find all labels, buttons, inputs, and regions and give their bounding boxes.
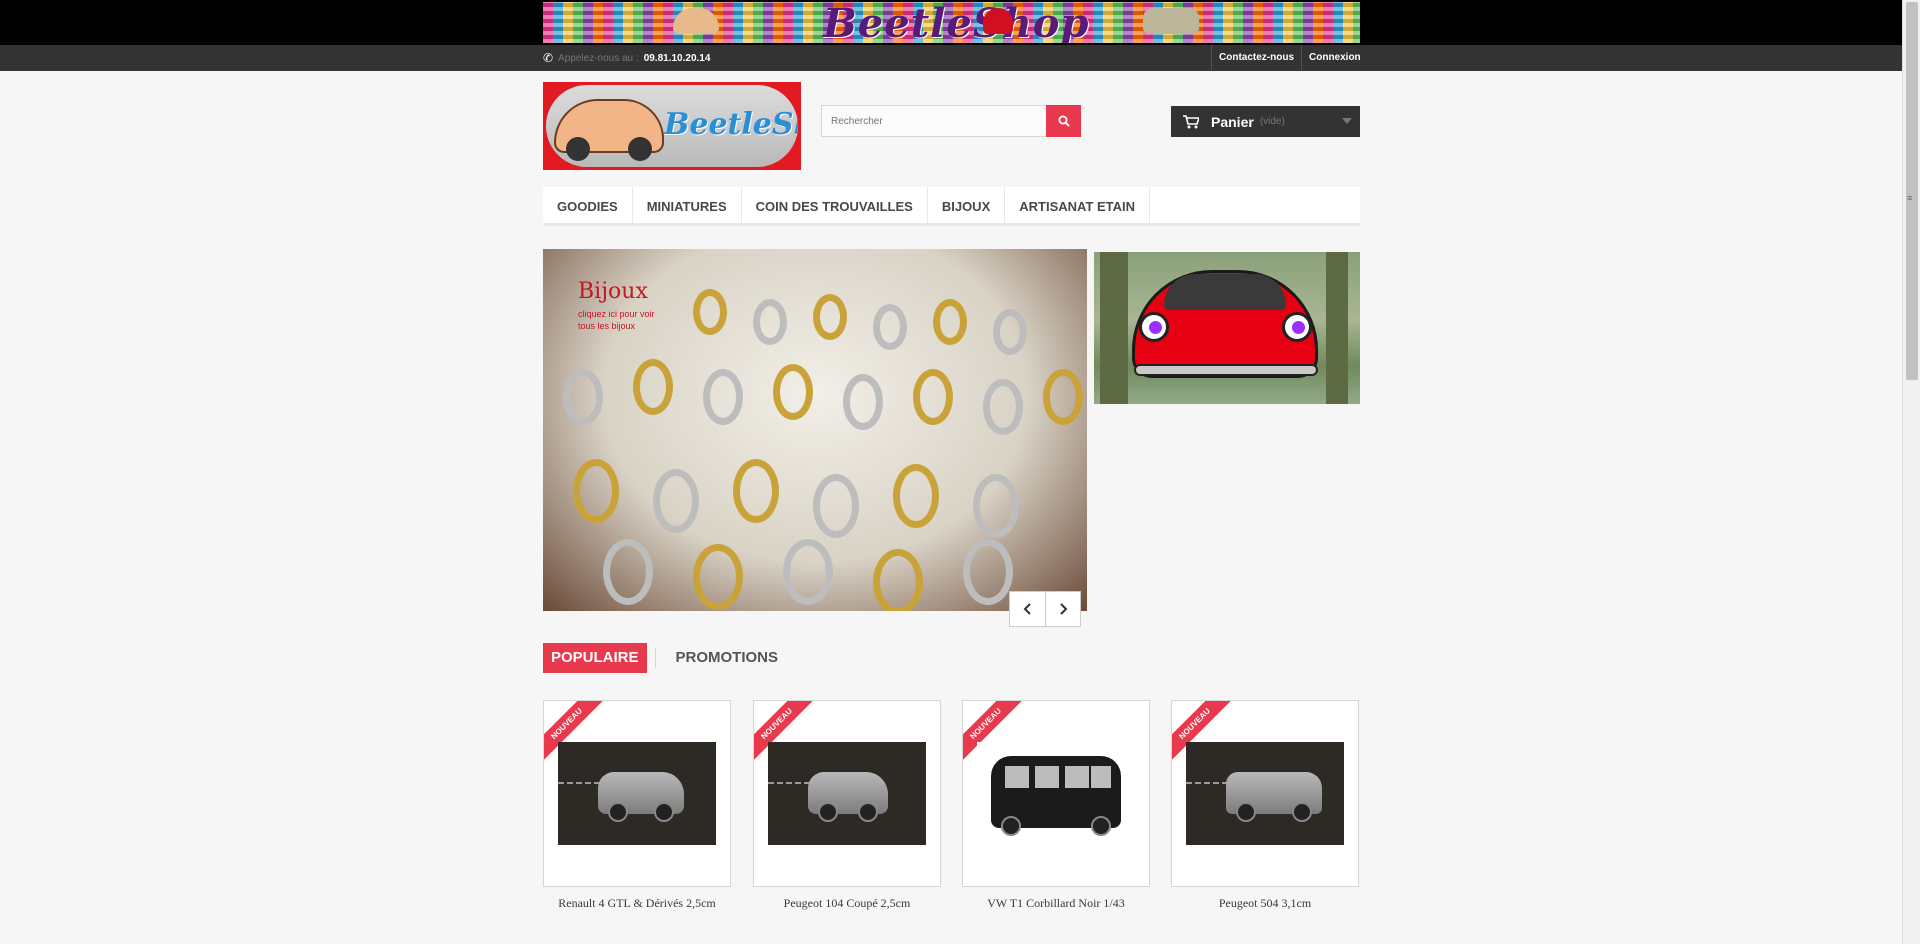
menu-item-artisanat-etain[interactable]: ARTISANAT ETAIN xyxy=(1005,187,1151,223)
cart-status: (vide) xyxy=(1259,116,1285,127)
product-name[interactable]: Peugeot 104 Coupé 2,5cm xyxy=(753,896,941,911)
phone-icon: ✆ xyxy=(543,51,554,65)
contact-link[interactable]: Contactez-nous xyxy=(1211,45,1301,71)
product-name[interactable]: Renault 4 GTL & Dérivés 2,5cm xyxy=(543,896,731,911)
tree-decoration xyxy=(1100,252,1128,404)
slide-caption[interactable]: Bijoux cliquez ici pour voir tous les bi… xyxy=(578,279,658,332)
menu-item-bijoux[interactable]: BIJOUX xyxy=(928,187,1006,223)
menu-item-miniatures[interactable]: MINIATURES xyxy=(633,187,742,223)
beetle-eye-left xyxy=(1139,312,1169,342)
header-bar xyxy=(0,45,1902,71)
chevron-down-icon xyxy=(1342,118,1352,124)
product-image-box[interactable]: NOUVEAU xyxy=(753,700,941,887)
product-image-box[interactable]: NOUVEAU xyxy=(1171,700,1359,887)
product-image-box[interactable]: NOUVEAU xyxy=(543,700,731,887)
tab-populaire[interactable]: POPULAIRE xyxy=(543,643,647,673)
search-icon xyxy=(1058,115,1070,127)
home-slider[interactable]: Bijoux cliquez ici pour voir tous les bi… xyxy=(543,249,1087,611)
product-card[interactable]: NOUVEAU VW T1 Corbillard Noir 1/43 xyxy=(962,700,1150,911)
tree-decoration xyxy=(1326,252,1348,404)
beetle-eye-right xyxy=(1282,312,1312,342)
search-button[interactable] xyxy=(1046,105,1081,137)
cart-label: Panier xyxy=(1211,113,1254,130)
beetle-bumper xyxy=(1134,364,1318,376)
slider-next-button[interactable] xyxy=(1045,592,1080,626)
banner-beetle-icon xyxy=(673,8,719,34)
product-image xyxy=(977,742,1135,845)
banner-van-icon xyxy=(1143,8,1199,34)
product-name[interactable]: Peugeot 504 3,1cm xyxy=(1171,896,1359,911)
tab-separator xyxy=(654,648,656,668)
product-image xyxy=(558,742,716,845)
product-image xyxy=(1186,742,1344,845)
slide-title: Bijoux xyxy=(578,279,648,304)
top-banner: BeetleShop xyxy=(0,0,1902,45)
slider-controls xyxy=(1009,591,1081,627)
beetle-windshield xyxy=(1164,274,1286,310)
slide-text: cliquez ici pour voir tous les bijoux xyxy=(578,309,655,331)
tab-promotions[interactable]: PROMOTIONS xyxy=(668,643,787,673)
banner-beetle-red-icon xyxy=(983,8,1013,34)
banner-image[interactable]: BeetleShop xyxy=(543,2,1360,43)
phone-number: 09.81.10.20.14 xyxy=(643,52,711,64)
slider-prev-button[interactable] xyxy=(1010,592,1045,626)
cart-button[interactable]: Panier (vide) xyxy=(1171,106,1360,137)
menu-item-coin-des-trouvailles[interactable]: COIN DES TROUVAILLES xyxy=(742,187,928,223)
logo-text: BeetleShop xyxy=(664,107,798,142)
product-image xyxy=(768,742,926,845)
login-link[interactable]: Connexion xyxy=(1301,45,1368,71)
product-card[interactable]: NOUVEAU Renault 4 GTL & Dérivés 2,5cm xyxy=(543,700,731,911)
product-card[interactable]: NOUVEAU Peugeot 104 Coupé 2,5cm xyxy=(753,700,941,911)
beetle-logo-icon xyxy=(554,99,664,161)
phone-info: ✆ Appelez-nous au : 09.81.10.20.14 xyxy=(543,50,710,66)
site-logo[interactable]: BeetleShop xyxy=(543,82,801,170)
menu-item-goodies[interactable]: GOODIES xyxy=(543,187,633,223)
chevron-left-icon xyxy=(1023,603,1031,615)
product-name[interactable]: VW T1 Corbillard Noir 1/43 xyxy=(962,896,1150,911)
phone-label: Appelez-nous au : xyxy=(558,52,639,64)
product-tabs: POPULAIRE PROMOTIONS xyxy=(543,643,786,673)
scroll-thumb[interactable] xyxy=(1906,2,1918,380)
side-banner[interactable] xyxy=(1094,252,1360,404)
chevron-right-icon xyxy=(1060,603,1068,615)
cart-icon xyxy=(1183,114,1199,128)
page-scrollbar[interactable]: ≡ xyxy=(1902,0,1920,944)
search-bar xyxy=(821,105,1081,137)
logo-frame: BeetleShop xyxy=(546,85,798,167)
main-menu: GOODIES MINIATURES COIN DES TROUVAILLES … xyxy=(543,187,1360,226)
header-links: Contactez-nous Connexion xyxy=(1211,45,1368,71)
banner-title: BeetleShop xyxy=(823,2,1090,43)
product-card[interactable]: NOUVEAU Peugeot 504 3,1cm xyxy=(1171,700,1359,911)
search-input[interactable] xyxy=(821,105,1046,137)
grip-icon: ≡ xyxy=(1907,193,1913,203)
product-image-box[interactable]: NOUVEAU xyxy=(962,700,1150,887)
